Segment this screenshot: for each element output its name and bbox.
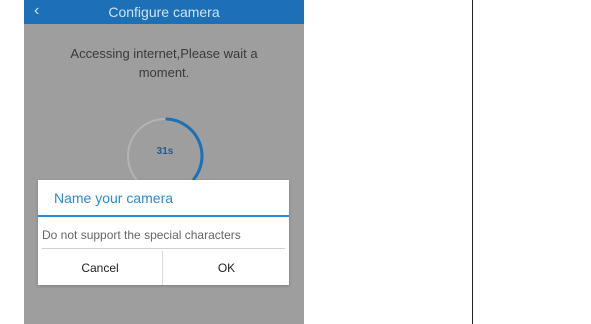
cancel-button[interactable]: Cancel [38,251,163,285]
panel-divider [472,0,473,324]
status-message: Accessing internet,Please wait a moment. [70,46,258,80]
name-camera-dialog: Name your camera Cancel OK [38,180,289,285]
dialog-title-rule [38,215,289,217]
phone-screen: ‹ Configure camera Accessing internet,Pl… [24,0,304,324]
countdown-label: 31s [156,146,174,157]
title-bar: ‹ Configure camera [24,0,304,24]
page-title: Configure camera [108,4,220,20]
dialog-title: Name your camera [54,190,174,206]
camera-name-input[interactable] [42,221,285,249]
ok-button[interactable]: OK [164,251,289,285]
